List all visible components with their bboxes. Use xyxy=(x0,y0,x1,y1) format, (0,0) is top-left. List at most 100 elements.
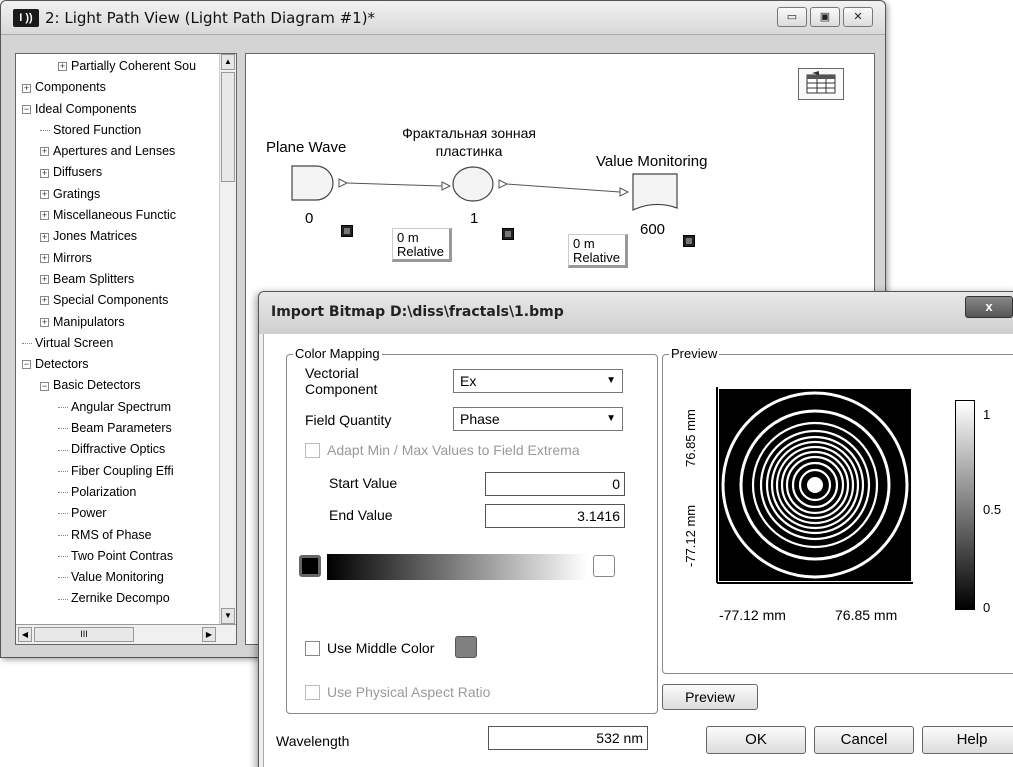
tree-hscroll-thumb[interactable]: III xyxy=(34,627,134,642)
tree-item[interactable]: + Diffusers xyxy=(16,162,220,183)
expand-icon[interactable]: + xyxy=(40,317,49,327)
tree-vertical-scrollbar[interactable]: ▲ ▼ xyxy=(219,54,236,624)
middle-color-swatch[interactable] xyxy=(455,636,477,658)
distance-box-2[interactable]: 0 m Relative xyxy=(568,234,628,268)
zone-plate-node[interactable] xyxy=(452,166,494,202)
dialog-titlebar[interactable]: Import Bitmap D:\diss\fractals\1.bmp x xyxy=(259,292,1013,334)
tree-item-label: Miscellaneous Functic xyxy=(53,208,176,223)
field-quantity-select[interactable]: Phase ▼ xyxy=(453,407,623,431)
ok-button[interactable]: OK xyxy=(706,726,806,754)
tree-item-label: Gratings xyxy=(53,186,101,201)
tree-item[interactable]: Power xyxy=(16,503,220,524)
scroll-down-arrow-icon[interactable]: ▼ xyxy=(221,608,235,624)
restore-button[interactable]: ▣ xyxy=(810,7,840,27)
scale-max-label: 1 xyxy=(983,407,991,422)
distance-value: 0 m xyxy=(573,236,595,251)
expand-icon[interactable]: + xyxy=(40,168,49,178)
start-value-field[interactable]: 0 xyxy=(485,472,625,496)
use-physical-aspect-checkbox[interactable] xyxy=(305,685,320,700)
expand-icon[interactable]: + xyxy=(58,62,67,72)
expand-icon[interactable]: + xyxy=(40,211,49,221)
color-gradient-bar xyxy=(327,554,587,580)
tree-item[interactable]: + Apertures and Lenses xyxy=(16,141,220,162)
tree-item[interactable]: + Miscellaneous Functic xyxy=(16,205,220,226)
collapse-icon[interactable]: − xyxy=(40,381,49,391)
tree-item[interactable]: Diffractive Optics xyxy=(16,439,220,460)
start-color-swatch[interactable] xyxy=(299,555,321,577)
value-monitoring-options-icon[interactable] xyxy=(683,235,695,247)
tree-connector xyxy=(58,492,68,494)
plane-wave-node[interactable] xyxy=(291,165,334,201)
wavelength-field[interactable]: 532 nm xyxy=(488,726,648,750)
close-button[interactable]: ✕ xyxy=(843,7,873,27)
tree-item[interactable]: + Special Components xyxy=(16,290,220,311)
cancel-button[interactable]: Cancel xyxy=(814,726,914,754)
tree-item-label: Apertures and Lenses xyxy=(53,144,176,159)
vectorial-component-select[interactable]: Ex ▼ xyxy=(453,369,623,393)
tree-item[interactable]: RMS of Phase xyxy=(16,525,220,546)
scroll-up-arrow-icon[interactable]: ▲ xyxy=(221,54,235,70)
use-middle-color-checkbox[interactable] xyxy=(305,641,320,656)
tree-item[interactable]: + Partially Coherent Sou xyxy=(16,56,220,77)
expand-icon[interactable]: + xyxy=(40,253,49,263)
zone-plate-options-icon[interactable] xyxy=(502,228,514,240)
color-mapping-title: Color Mapping xyxy=(293,346,382,361)
preview-button[interactable]: Preview xyxy=(662,684,758,710)
tree-item[interactable]: Stored Function xyxy=(16,120,220,141)
plane-wave-options-icon[interactable] xyxy=(341,225,353,237)
minimize-button[interactable]: ▭ xyxy=(777,7,807,27)
distance-box-1[interactable]: 0 m Relative xyxy=(392,228,452,262)
tree-horizontal-scrollbar[interactable]: ◀ III ▶ xyxy=(16,624,236,644)
expand-icon[interactable]: + xyxy=(40,147,49,157)
adapt-min-max-label: Adapt Min / Max Values to Field Extrema xyxy=(327,442,580,458)
tree-connector xyxy=(58,428,68,430)
tree-item[interactable]: Virtual Screen xyxy=(16,333,220,354)
expand-icon[interactable]: + xyxy=(40,296,49,306)
tree-item[interactable]: + Beam Splitters xyxy=(16,269,220,290)
window-titlebar[interactable]: I )) 2: Light Path View (Light Path Diag… xyxy=(1,1,885,35)
tree-item[interactable]: Fiber Coupling Effi xyxy=(16,461,220,482)
window-title: 2: Light Path View (Light Path Diagram #… xyxy=(45,9,376,27)
tree-item[interactable]: Polarization xyxy=(16,482,220,503)
tree-item-label: Polarization xyxy=(71,484,137,499)
scale-mid-label: 0.5 xyxy=(983,502,1002,517)
tree-item-label: Mirrors xyxy=(53,250,92,265)
expand-icon[interactable]: + xyxy=(40,232,49,242)
tree-item[interactable]: Value Monitoring xyxy=(16,567,220,588)
tree-item-label: Angular Spectrum xyxy=(71,399,172,414)
scroll-left-arrow-icon[interactable]: ◀ xyxy=(18,627,32,642)
tree-item[interactable]: Angular Spectrum xyxy=(16,397,220,418)
expand-icon[interactable]: + xyxy=(40,189,49,199)
tree-item[interactable]: + Gratings xyxy=(16,184,220,205)
collapse-icon[interactable]: − xyxy=(22,360,31,370)
tree-vscroll-thumb[interactable] xyxy=(221,72,235,182)
distance-mode: Relative xyxy=(573,250,620,265)
adapt-min-max-checkbox[interactable] xyxy=(305,443,320,458)
expand-icon[interactable]: + xyxy=(40,275,49,285)
tree-item[interactable]: + Jones Matrices xyxy=(16,226,220,247)
component-tree[interactable]: + Partially Coherent Sou + Components − Ideal… xyxy=(15,53,237,645)
tree-item[interactable]: Zernike Decompo xyxy=(16,588,220,609)
tree-item[interactable]: + Mirrors xyxy=(16,248,220,269)
tree-connector xyxy=(58,577,68,579)
connector-1 xyxy=(338,178,452,191)
tree-item-label: Special Components xyxy=(53,293,169,308)
tree-item[interactable]: Beam Parameters xyxy=(16,418,220,439)
tree-item-label: Ideal Components xyxy=(35,101,137,116)
scroll-right-arrow-icon[interactable]: ▶ xyxy=(202,627,216,642)
collapse-icon[interactable]: − xyxy=(22,104,31,114)
tree-item[interactable]: − Basic Detectors xyxy=(16,375,220,396)
end-value-field[interactable]: 3.1416 xyxy=(485,504,625,528)
tree-item[interactable]: − Ideal Components xyxy=(16,99,220,120)
end-color-swatch[interactable] xyxy=(593,555,615,577)
expand-icon[interactable]: + xyxy=(22,83,31,93)
chevron-down-icon: ▼ xyxy=(606,413,616,424)
dialog-close-button[interactable]: x xyxy=(965,296,1013,318)
tree-item[interactable]: + Manipulators xyxy=(16,312,220,333)
tree-item[interactable]: Two Point Contras xyxy=(16,546,220,567)
bitmap-preview xyxy=(716,387,913,584)
value-monitoring-node[interactable] xyxy=(632,173,678,211)
tree-item[interactable]: − Detectors xyxy=(16,354,220,375)
help-button[interactable]: Help xyxy=(922,726,1013,754)
tree-item[interactable]: + Components xyxy=(16,77,220,98)
